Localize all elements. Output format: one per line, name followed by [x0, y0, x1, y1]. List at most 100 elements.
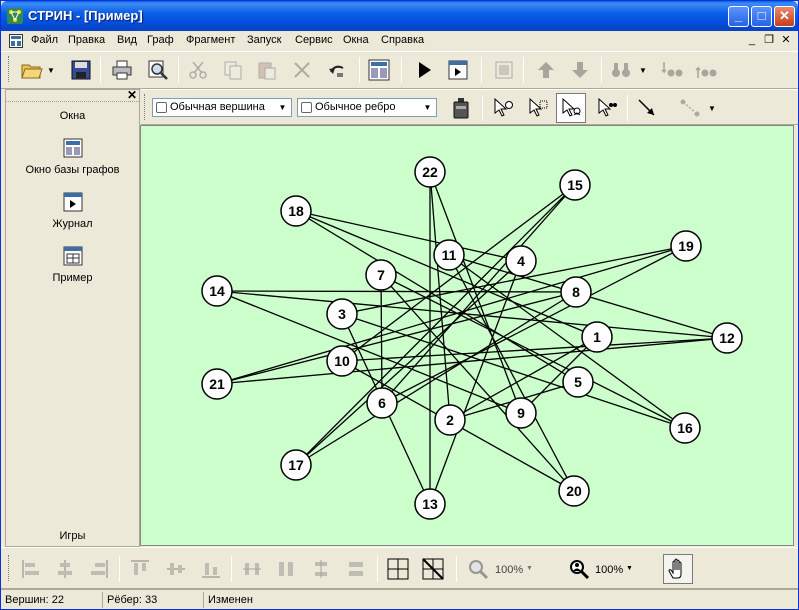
cut-button[interactable] — [183, 55, 213, 85]
chevron-down-icon[interactable]: ▼ — [47, 66, 55, 75]
fragment-button[interactable] — [489, 55, 519, 85]
mdi-minimize-button[interactable]: _ — [745, 34, 759, 47]
graph-vertex[interactable]: 13 — [414, 488, 446, 520]
open-button[interactable] — [17, 55, 47, 85]
chevron-down-icon[interactable]: ▼ — [639, 66, 647, 75]
graph-database-button[interactable] — [364, 55, 394, 85]
chevron-down-icon[interactable]: ▼ — [626, 565, 633, 572]
section-windows[interactable]: Окна — [6, 110, 139, 122]
graph-vertex[interactable]: 5 — [562, 366, 594, 398]
menu-graph[interactable]: Граф — [147, 34, 174, 46]
align-left-button[interactable] — [16, 554, 46, 584]
panel-item-graph-database[interactable]: Окно базы графов — [6, 138, 139, 176]
find-next-button[interactable] — [691, 55, 721, 85]
graph-edge[interactable] — [295, 210, 522, 262]
panel-item-journal[interactable]: Журнал — [6, 192, 139, 230]
graph-vertex[interactable]: 18 — [280, 195, 312, 227]
graph-vertex[interactable]: 11 — [433, 239, 465, 271]
direct-edge-tool[interactable] — [632, 93, 662, 123]
distribute-v-button[interactable] — [306, 554, 336, 584]
weight-button[interactable] — [446, 93, 476, 123]
align-bottom-button[interactable] — [196, 554, 226, 584]
graph-edge[interactable] — [341, 337, 728, 362]
select-tool[interactable] — [556, 93, 586, 123]
grid-button[interactable] — [383, 554, 413, 584]
graph-vertex[interactable]: 16 — [669, 412, 701, 444]
graph-canvas[interactable]: 1 2 3 4 5 6 7 8 9 10 11 12 13 14 15 16 17 18 19 20 21 22 — [140, 125, 794, 546]
chevron-down-icon[interactable]: ▼ — [708, 104, 716, 113]
toolbar-grip[interactable] — [8, 555, 11, 581]
graph-vertex[interactable]: 12 — [711, 322, 743, 354]
panel-close-button[interactable]: ✕ — [127, 88, 137, 102]
graph-edge[interactable] — [380, 274, 383, 404]
graph-edge[interactable] — [429, 171, 522, 414]
menu-run[interactable]: Запуск — [247, 34, 281, 46]
maximize-button[interactable]: □ — [751, 6, 772, 27]
find-previous-button[interactable] — [657, 55, 687, 85]
title-bar[interactable]: СТРИН - [Пример] _ □ ✕ — [1, 1, 798, 31]
mdi-restore-button[interactable]: ❐ — [762, 34, 776, 47]
print-preview-button[interactable] — [143, 55, 173, 85]
add-edge-tool[interactable] — [523, 93, 553, 123]
graph-vertex[interactable]: 10 — [326, 345, 358, 377]
menu-view[interactable]: Вид — [117, 34, 137, 46]
document-icon[interactable] — [9, 34, 23, 48]
align-right-button[interactable] — [84, 554, 114, 584]
align-center-button[interactable] — [50, 554, 80, 584]
delete-button[interactable] — [287, 55, 317, 85]
menu-file[interactable]: Файл — [31, 34, 58, 46]
move-up-button[interactable] — [531, 55, 561, 85]
close-button[interactable]: ✕ — [774, 6, 795, 27]
zoom-fit-button[interactable] — [564, 554, 594, 584]
graph-drawing[interactable]: 12345678910111213141516171819202122 — [141, 126, 793, 545]
vertex-type-select[interactable]: Обычная вершина ▼ — [152, 98, 292, 117]
print-button[interactable] — [107, 55, 137, 85]
align-middle-button[interactable] — [161, 554, 191, 584]
snap-grid-button[interactable] — [418, 554, 448, 584]
graph-vertex[interactable]: 6 — [366, 387, 398, 419]
graph-vertex[interactable]: 4 — [505, 245, 537, 277]
minimize-button[interactable]: _ — [728, 6, 749, 27]
zoom-button[interactable] — [463, 554, 493, 584]
graph-vertex[interactable]: 2 — [434, 404, 466, 436]
graph-vertex[interactable]: 21 — [201, 368, 233, 400]
graph-vertex[interactable]: 22 — [414, 156, 446, 188]
graph-vertex[interactable]: 9 — [505, 397, 537, 429]
graph-edge[interactable] — [381, 184, 576, 404]
section-games[interactable]: Игры — [6, 530, 139, 542]
space-h-button[interactable] — [271, 554, 301, 584]
pan-button[interactable] — [663, 554, 693, 584]
undo-button[interactable] — [322, 55, 352, 85]
chevron-down-icon[interactable]: ▼ — [526, 565, 533, 572]
menu-service[interactable]: Сервис — [295, 34, 333, 46]
edge-type-select[interactable]: Обычное ребро ▼ — [297, 98, 437, 117]
chevron-down-icon[interactable]: ▼ — [276, 101, 289, 114]
move-down-button[interactable] — [565, 55, 595, 85]
journal-button[interactable] — [443, 55, 473, 85]
mdi-close-button[interactable]: ✕ — [779, 34, 793, 47]
graph-vertex[interactable]: 17 — [280, 449, 312, 481]
panel-header[interactable]: ✕ — [6, 88, 139, 102]
graph-vertex[interactable]: 19 — [670, 230, 702, 262]
align-top-button[interactable] — [125, 554, 155, 584]
graph-vertex[interactable]: 7 — [365, 259, 397, 291]
menu-fragment[interactable]: Фрагмент — [186, 34, 235, 46]
move-tool[interactable] — [592, 93, 622, 123]
find-button[interactable] — [606, 55, 636, 85]
menu-edit[interactable]: Правка — [68, 34, 105, 46]
menu-windows[interactable]: Окна — [343, 34, 369, 46]
graph-vertex[interactable]: 20 — [558, 475, 590, 507]
add-vertex-tool[interactable] — [488, 93, 518, 123]
graph-vertex[interactable]: 1 — [581, 321, 613, 353]
save-button[interactable] — [66, 55, 96, 85]
menu-help[interactable]: Справка — [381, 34, 424, 46]
toolbar-grip[interactable] — [8, 56, 11, 82]
toolbar-grip[interactable] — [144, 94, 147, 120]
space-v-button[interactable] — [341, 554, 371, 584]
panel-item-example[interactable]: Пример — [6, 246, 139, 284]
paste-button[interactable] — [252, 55, 282, 85]
copy-button[interactable] — [218, 55, 248, 85]
graph-edge[interactable] — [216, 291, 577, 385]
distribute-h-button[interactable] — [237, 554, 267, 584]
run-button[interactable] — [409, 55, 439, 85]
